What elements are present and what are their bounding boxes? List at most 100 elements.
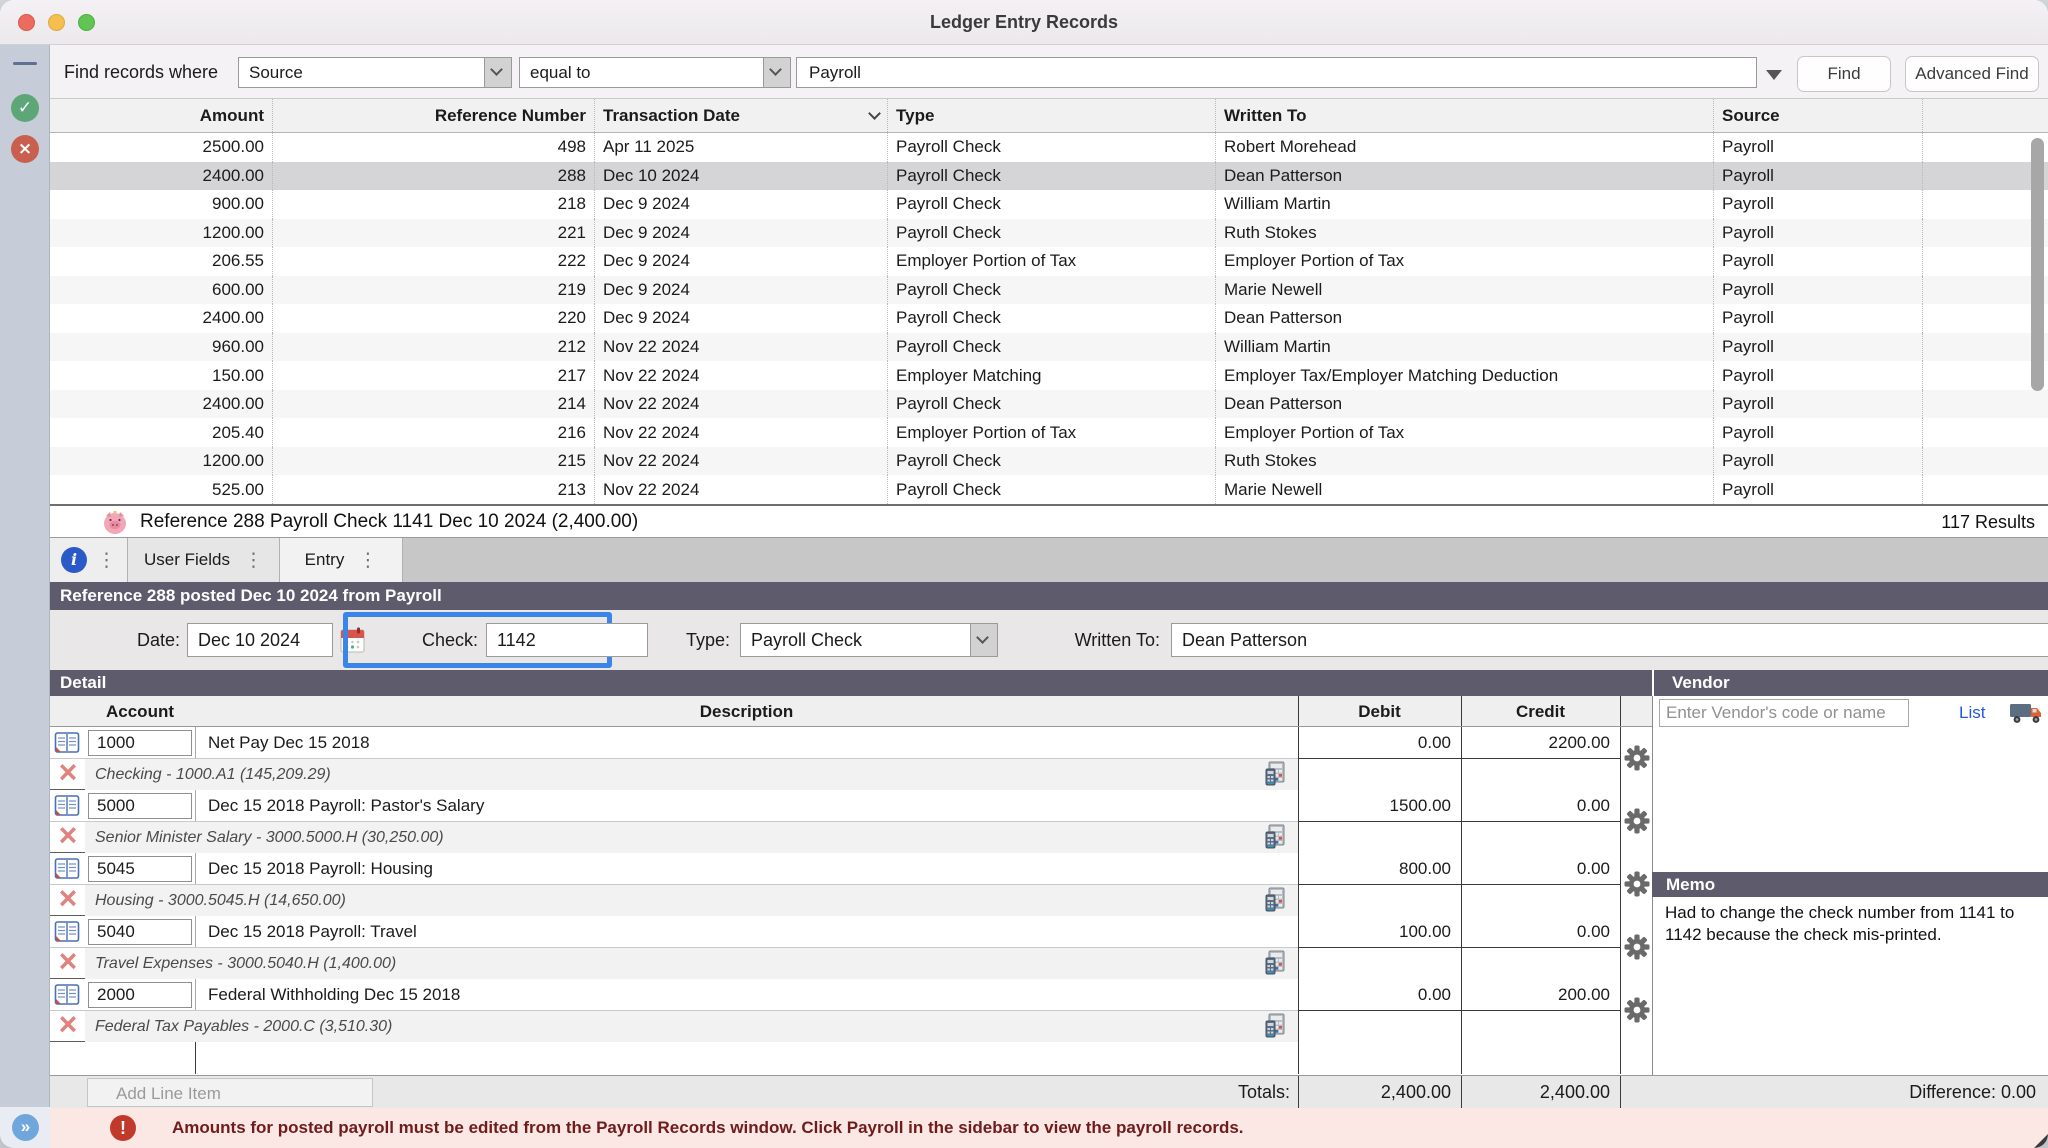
gear-icon[interactable] bbox=[1624, 934, 1650, 965]
table-row[interactable]: 600.00219Dec 9 2024Payroll CheckMarie Ne… bbox=[50, 276, 2048, 305]
debit-input[interactable]: 0.00 bbox=[1298, 979, 1461, 1011]
empty-line-item-row[interactable] bbox=[50, 1042, 1652, 1074]
detail-line-item[interactable]: ×5000Dec 15 2018 Payroll: Pastor's Salar… bbox=[50, 790, 1652, 853]
table-row[interactable]: 2500.00498Apr 11 2025Payroll CheckRobert… bbox=[50, 133, 2048, 162]
find-button[interactable]: Find bbox=[1797, 56, 1891, 92]
tab-info[interactable]: i ⋮ bbox=[50, 538, 128, 582]
account-input[interactable]: 2000 bbox=[88, 982, 192, 1008]
find-value-input[interactable]: Payroll bbox=[796, 57, 1757, 88]
table-row[interactable]: 205.40216Nov 22 2024Employer Portion of … bbox=[50, 418, 2048, 447]
delete-line-icon[interactable]: × bbox=[53, 946, 83, 978]
date-label: Date: bbox=[110, 623, 180, 657]
cancel-record-button[interactable]: × bbox=[11, 135, 39, 163]
sidebar-collapse-handle[interactable] bbox=[13, 62, 37, 65]
calculator-icon[interactable] bbox=[1265, 824, 1287, 855]
warning-text: Amounts for posted payroll must be edite… bbox=[172, 1108, 1244, 1148]
results-scrollbar-thumb[interactable] bbox=[2031, 138, 2044, 391]
detail-line-item[interactable]: ×5040Dec 15 2018 Payroll: TravelTravel E… bbox=[50, 916, 1652, 979]
find-field-select[interactable]: Source bbox=[238, 57, 512, 88]
delete-line-icon[interactable]: × bbox=[53, 757, 83, 789]
table-row[interactable]: 2400.00220Dec 9 2024Payroll CheckDean Pa… bbox=[50, 304, 2048, 333]
column-header-type[interactable]: Type bbox=[887, 99, 1215, 132]
column-header-source[interactable]: Source bbox=[1713, 99, 1922, 132]
credit-input[interactable]: 0.00 bbox=[1461, 916, 1620, 948]
table-row[interactable]: 525.00213Nov 22 2024Payroll CheckMarie N… bbox=[50, 475, 2048, 504]
calculator-icon[interactable] bbox=[1265, 761, 1287, 792]
credit-input[interactable]: 2200.00 bbox=[1461, 727, 1620, 759]
credit-input[interactable]: 0.00 bbox=[1461, 853, 1620, 885]
resize-grip[interactable] bbox=[2034, 1134, 2048, 1148]
tab-user-fields[interactable]: User Fields ⋮ bbox=[128, 538, 280, 582]
debit-input[interactable]: 0.00 bbox=[1298, 727, 1461, 759]
save-record-button[interactable]: ✓ bbox=[11, 94, 39, 122]
find-operator-select[interactable]: equal to bbox=[519, 57, 791, 88]
table-row[interactable]: 1200.00215Nov 22 2024Payroll CheckRuth S… bbox=[50, 447, 2048, 476]
vendor-list-link[interactable]: List bbox=[1959, 699, 1985, 727]
table-row[interactable]: 206.55222Dec 9 2024Employer Portion of T… bbox=[50, 247, 2048, 276]
table-cell: Payroll Check bbox=[887, 219, 1215, 248]
table-row[interactable]: 960.00212Nov 22 2024Payroll CheckWilliam… bbox=[50, 333, 2048, 362]
kebab-menu-icon[interactable]: ⋮ bbox=[244, 551, 263, 570]
account-input[interactable]: 1000 bbox=[88, 730, 192, 756]
description-input[interactable]: Federal Withholding Dec 15 2018 bbox=[195, 979, 1298, 1010]
find-operator-select-button[interactable] bbox=[763, 58, 790, 87]
find-field-select-button[interactable] bbox=[484, 58, 511, 87]
truck-icon[interactable] bbox=[2009, 700, 2043, 726]
memo-text[interactable]: Had to change the check number from 1141… bbox=[1665, 902, 2025, 946]
delete-line-icon[interactable]: × bbox=[53, 883, 83, 915]
x-icon: × bbox=[18, 139, 32, 159]
description-input[interactable]: Dec 15 2018 Payroll: Pastor's Salary bbox=[195, 790, 1298, 821]
table-row[interactable]: 2400.00288Dec 10 2024Payroll CheckDean P… bbox=[50, 162, 2048, 191]
table-cell: 222 bbox=[272, 247, 594, 276]
delete-line-icon[interactable]: × bbox=[53, 1009, 83, 1041]
calculator-icon[interactable] bbox=[1265, 950, 1287, 981]
account-input[interactable]: 5040 bbox=[88, 919, 192, 945]
written-to-input[interactable]: Dean Patterson bbox=[1171, 623, 2048, 657]
advanced-find-button[interactable]: Advanced Find bbox=[1905, 56, 2039, 92]
results-scrollbar[interactable] bbox=[2031, 135, 2045, 495]
date-input[interactable]: Dec 10 2024 bbox=[187, 623, 333, 657]
add-line-item-button[interactable]: Add Line Item bbox=[87, 1078, 373, 1107]
column-header-reference-number[interactable]: Reference Number bbox=[272, 99, 594, 132]
kebab-menu-icon[interactable]: ⋮ bbox=[358, 551, 377, 570]
column-header-written-to[interactable]: Written To bbox=[1215, 99, 1713, 132]
gear-icon[interactable] bbox=[1624, 871, 1650, 902]
debit-input[interactable]: 100.00 bbox=[1298, 916, 1461, 948]
delete-line-icon[interactable]: × bbox=[53, 820, 83, 852]
gear-icon[interactable] bbox=[1624, 997, 1650, 1028]
column-header-transaction-date[interactable]: Transaction Date bbox=[594, 99, 887, 132]
tab-entry[interactable]: Entry ⋮ bbox=[280, 538, 403, 582]
account-input[interactable]: 5000 bbox=[88, 793, 192, 819]
type-select-button[interactable] bbox=[970, 624, 997, 656]
column-header-amount[interactable]: Amount bbox=[50, 99, 272, 132]
table-row[interactable]: 150.00217Nov 22 2024Employer MatchingEmp… bbox=[50, 361, 2048, 390]
calculator-icon[interactable] bbox=[1265, 1013, 1287, 1044]
debit-input[interactable]: 800.00 bbox=[1298, 853, 1461, 885]
table-row[interactable]: 900.00218Dec 9 2024Payroll CheckWilliam … bbox=[50, 190, 2048, 219]
table-cell: Payroll bbox=[1713, 361, 1922, 390]
description-input[interactable]: Dec 15 2018 Payroll: Housing bbox=[195, 853, 1298, 884]
description-input[interactable]: Dec 15 2018 Payroll: Travel bbox=[195, 916, 1298, 947]
table-cell: Nov 22 2024 bbox=[594, 333, 887, 362]
detail-line-item[interactable]: ×2000Federal Withholding Dec 15 2018Fede… bbox=[50, 979, 1652, 1042]
difference-value: Difference: 0.00 bbox=[1909, 1076, 2036, 1109]
expand-sidebar-button[interactable]: » bbox=[12, 1114, 39, 1141]
credit-input[interactable]: 200.00 bbox=[1461, 979, 1620, 1011]
credit-input[interactable]: 0.00 bbox=[1461, 790, 1620, 822]
check-input[interactable]: 1142 bbox=[486, 623, 648, 657]
account-input[interactable]: 5045 bbox=[88, 856, 192, 882]
debit-input[interactable]: 1500.00 bbox=[1298, 790, 1461, 822]
detail-line-item[interactable]: ×1000Net Pay Dec 15 2018Checking - 1000.… bbox=[50, 727, 1652, 790]
calculator-icon[interactable] bbox=[1265, 887, 1287, 918]
table-row[interactable]: 1200.00221Dec 9 2024Payroll CheckRuth St… bbox=[50, 219, 2048, 248]
gear-icon[interactable] bbox=[1624, 745, 1650, 776]
table-row[interactable]: 2400.00214Nov 22 2024Payroll CheckDean P… bbox=[50, 390, 2048, 419]
detail-line-item[interactable]: ×5045Dec 15 2018 Payroll: HousingHousing… bbox=[50, 853, 1652, 916]
type-select[interactable]: Payroll Check bbox=[740, 623, 998, 657]
kebab-menu-icon[interactable]: ⋮ bbox=[97, 551, 116, 570]
vendor-input[interactable]: Enter Vendor's code or name bbox=[1659, 699, 1909, 727]
description-input[interactable]: Net Pay Dec 15 2018 bbox=[195, 727, 1298, 758]
gear-icon[interactable] bbox=[1624, 808, 1650, 839]
find-options-dropdown-icon[interactable] bbox=[1766, 70, 1782, 80]
table-cell bbox=[1922, 162, 2029, 191]
